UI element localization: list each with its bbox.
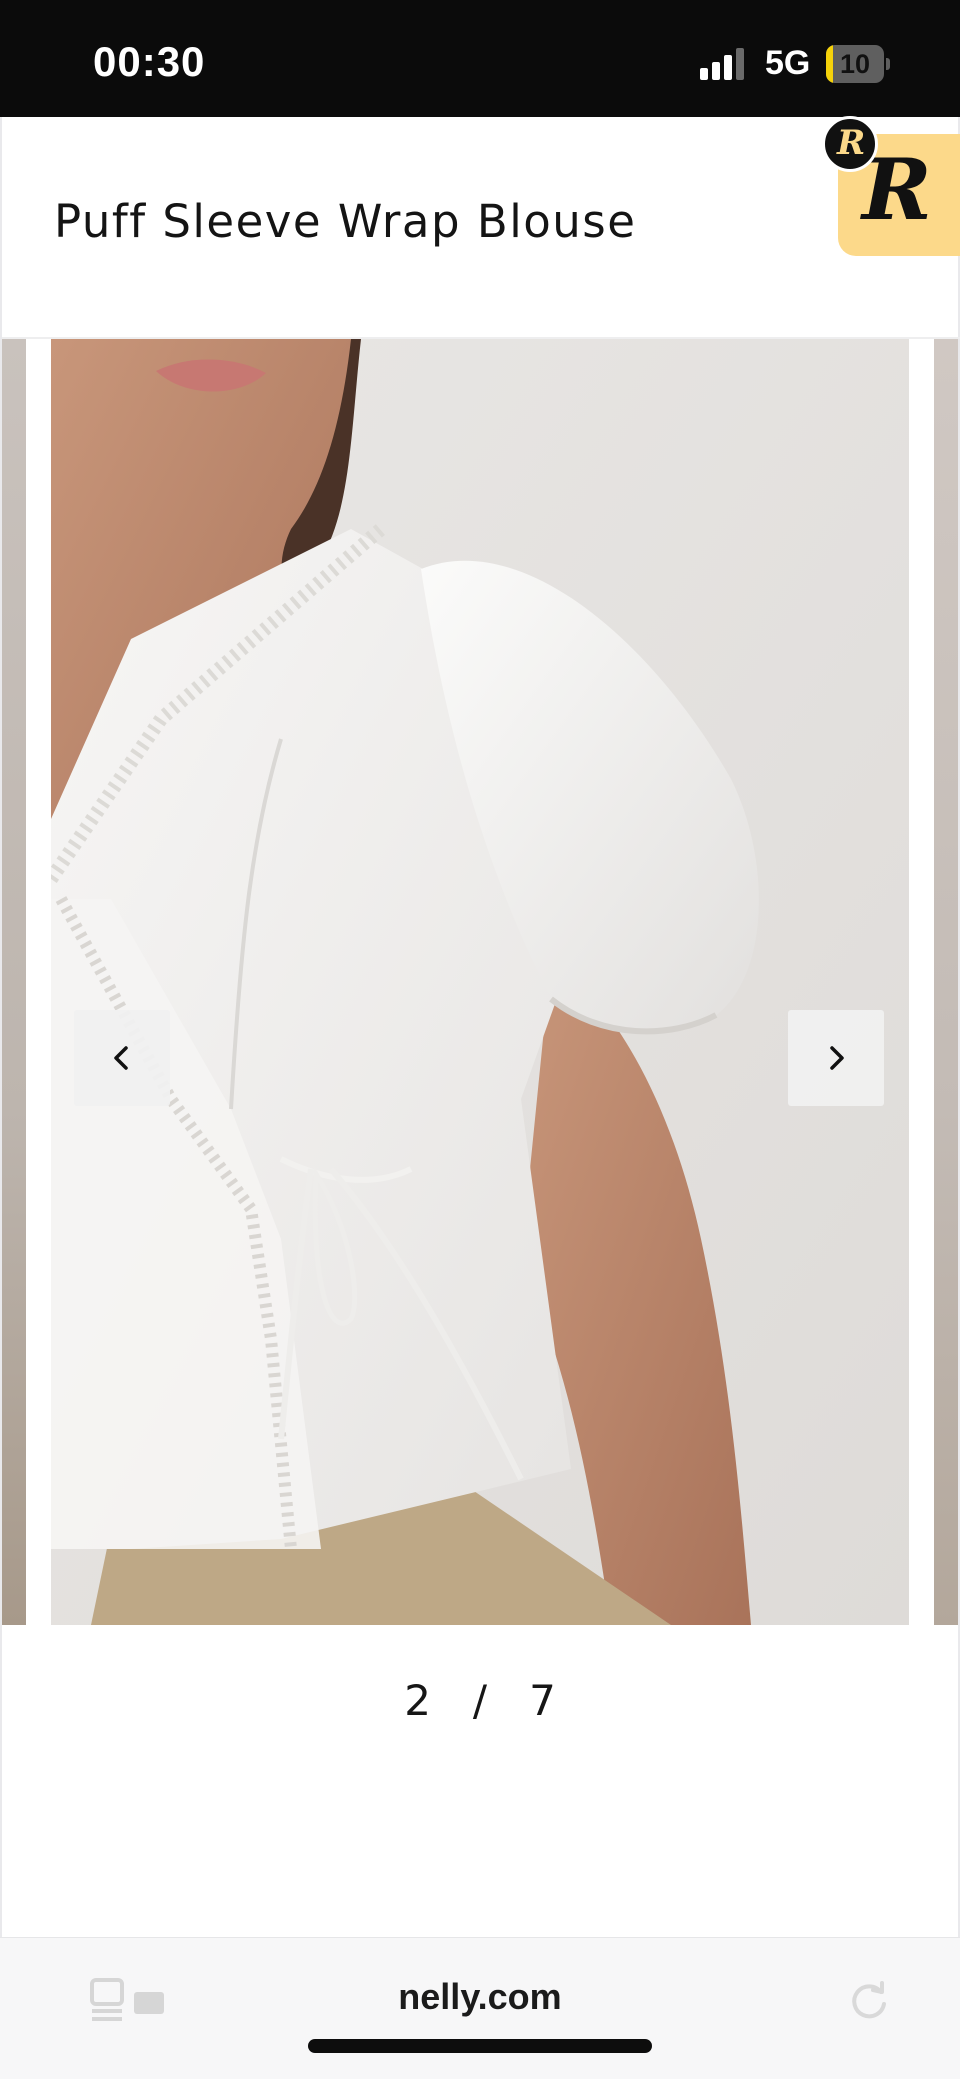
product-photo (51, 339, 909, 1625)
badge-mini-icon[interactable]: R (822, 116, 878, 172)
pagination-separator: / (472, 1676, 488, 1725)
current-slide-number: 2 (404, 1676, 431, 1725)
address-bar-url[interactable]: nelly.com (0, 1976, 960, 2018)
home-indicator[interactable] (308, 2039, 652, 2053)
status-time: 00:30 (93, 38, 206, 85)
carousel-prev-button[interactable] (74, 1010, 170, 1106)
browser-bottom-bar: nelly.com (0, 1937, 960, 2079)
battery-percent: 10 (839, 49, 871, 79)
cellular-signal-icon (700, 48, 750, 80)
chevron-right-icon (830, 1046, 844, 1070)
total-slide-count: 7 (529, 1676, 556, 1725)
previous-slide-peek[interactable] (2, 339, 26, 1625)
network-type: 5G (765, 44, 811, 82)
battery-icon: 10 (826, 45, 890, 83)
status-bar: 00:30 5G 10 (0, 0, 960, 117)
chevron-left-icon (114, 1046, 128, 1070)
product-title: Puff Sleeve Wrap Blouse (54, 195, 637, 248)
product-image-carousel[interactable] (0, 339, 960, 1625)
carousel-pagination: 2 / 7 (0, 1676, 960, 1725)
product-image[interactable] (51, 339, 909, 1625)
next-slide-peek[interactable] (934, 339, 958, 1625)
carousel-next-button[interactable] (788, 1010, 884, 1106)
reload-icon[interactable] (848, 1980, 890, 2022)
